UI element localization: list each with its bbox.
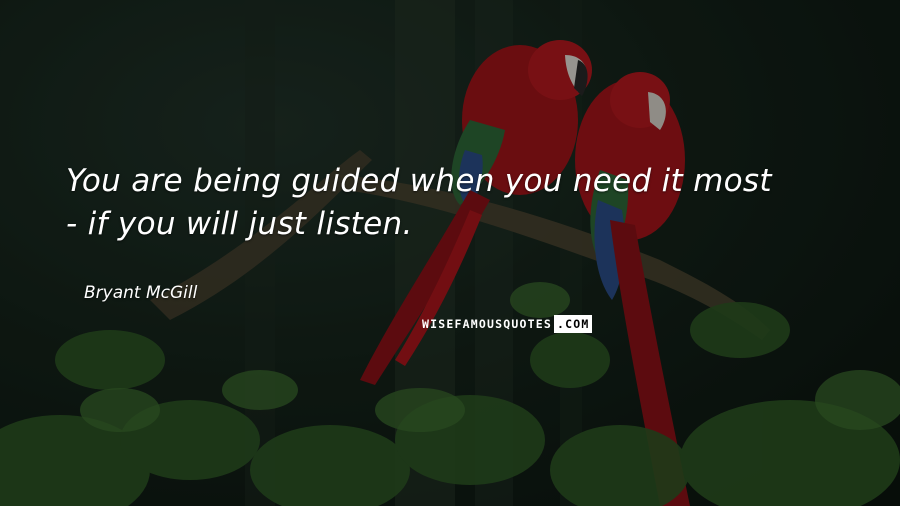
watermark-name: WISEFAMOUSQUOTES <box>422 317 552 331</box>
quote-line-2: - if you will just listen. <box>66 206 413 242</box>
background-photo-parrots <box>0 0 900 506</box>
quote-author: Bryant McGill <box>84 283 198 303</box>
quote-line-1: You are being guided when you need it mo… <box>66 163 772 199</box>
quote-card: You are being guided when you need it mo… <box>0 0 900 506</box>
site-watermark-logo: WISEFAMOUSQUOTES .COM <box>420 315 593 333</box>
quote-text: You are being guided when you need it mo… <box>66 160 866 246</box>
watermark-tld: .COM <box>553 315 593 333</box>
